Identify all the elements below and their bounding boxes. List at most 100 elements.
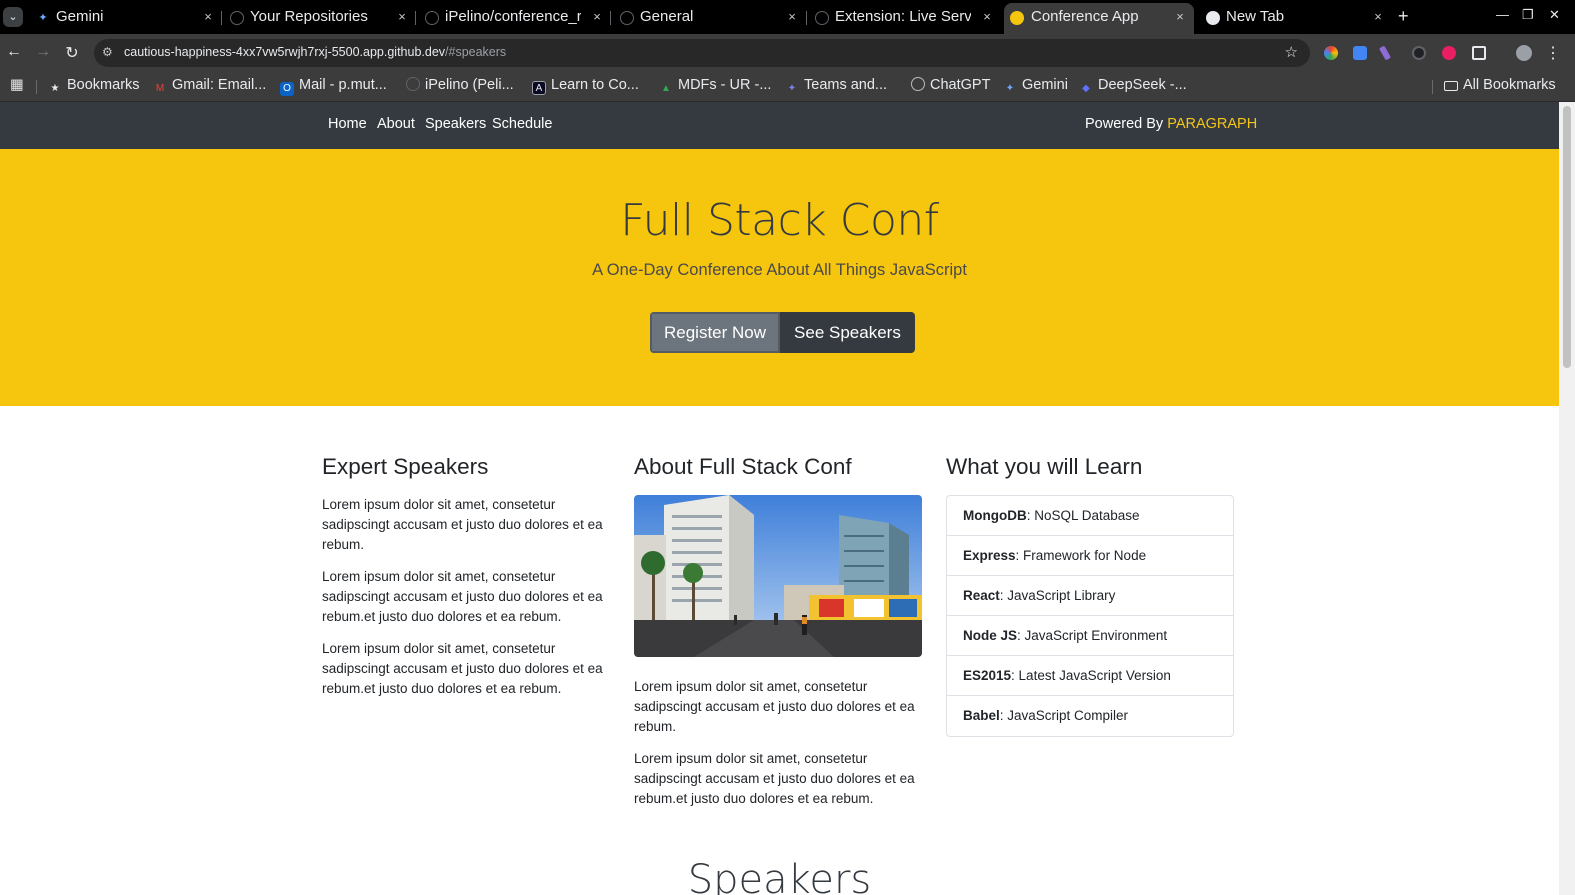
- register-now-button[interactable]: Register Now: [650, 312, 781, 353]
- list-item: ES2015: Latest JavaScript Version: [947, 656, 1233, 696]
- nav-schedule[interactable]: Schedule: [492, 116, 552, 132]
- learn-column: What you will Learn MongoDB: NoSQL Datab…: [946, 454, 1234, 737]
- star-icon: ★: [50, 83, 60, 94]
- reload-icon[interactable]: ↻: [62, 43, 82, 63]
- all-bookmarks[interactable]: All Bookmarks: [1444, 77, 1556, 93]
- minimize-icon[interactable]: —: [1496, 7, 1509, 22]
- chatgpt-icon: [911, 77, 925, 91]
- bookmark-mail[interactable]: O Mail - p.mut...: [280, 77, 387, 96]
- gmail-icon: M: [155, 83, 165, 94]
- tab-new-tab[interactable]: New Tab ×: [1206, 4, 1386, 32]
- bookmark-deepseek[interactable]: ◆ DeepSeek -...: [1079, 77, 1187, 96]
- emoji-icon: [1010, 11, 1024, 25]
- about-paragraph: Lorem ipsum dolor sit amet, consetetur s…: [634, 751, 915, 806]
- chrome-icon: [1206, 11, 1220, 25]
- github-icon: [425, 11, 439, 25]
- apps-icon[interactable]: ▦: [10, 77, 24, 93]
- gemini-icon: ✦: [1005, 83, 1015, 94]
- panda-icon[interactable]: [1412, 46, 1426, 60]
- restore-icon[interactable]: ❐: [1522, 7, 1534, 23]
- tab-conference-repo[interactable]: iPelino/conference_r ×: [425, 4, 605, 32]
- web-page: Home About Speakers Schedule Powered By …: [0, 102, 1559, 895]
- close-icon[interactable]: ×: [394, 4, 410, 30]
- close-icon[interactable]: ×: [1370, 4, 1386, 30]
- learn-heading: What you will Learn: [946, 454, 1143, 479]
- tab-extension-live-server[interactable]: Extension: Live Serve ×: [815, 4, 995, 32]
- site-navbar: Home About Speakers Schedule Powered By …: [0, 102, 1559, 149]
- brand-link[interactable]: PARAGRAPH: [1167, 116, 1257, 132]
- drive-icon: ▲: [661, 83, 671, 94]
- browser-tab-strip: ⌄ ✦ Gemini × Your Repositories × iPelino…: [0, 0, 1575, 34]
- github-icon: [230, 11, 244, 25]
- hero-section: Full Stack Conf A One-Day Conference Abo…: [0, 149, 1559, 406]
- url-host: cautious-happiness-4xx7vw5rwjh7rxj-5500.…: [124, 45, 446, 59]
- gemini-icon: ✦: [38, 12, 48, 24]
- bookmark-chatgpt[interactable]: ChatGPT: [911, 77, 990, 93]
- nav-about[interactable]: About: [377, 116, 415, 132]
- url-path: /#speakers: [445, 45, 507, 59]
- expert-speakers-column: Expert Speakers Lorem ipsum dolor sit am…: [322, 454, 610, 711]
- bookmark-mdfs[interactable]: ▲ MDFs - UR -...: [659, 77, 771, 96]
- expert-speakers-heading: Expert Speakers: [322, 454, 489, 479]
- bookmark-ipelino[interactable]: iPelino (Peli...: [406, 77, 514, 93]
- list-item: React: JavaScript Library: [947, 576, 1233, 616]
- tab-gemini[interactable]: ✦ Gemini ×: [36, 4, 216, 32]
- see-speakers-button[interactable]: See Speakers: [780, 312, 915, 353]
- deepseek-icon: ◆: [1082, 83, 1090, 94]
- more-menu-icon[interactable]: ⋮: [1543, 43, 1563, 63]
- hero-subtitle: A One-Day Conference About All Things Ja…: [592, 261, 967, 279]
- site-info-icon[interactable]: ⚙: [102, 45, 113, 59]
- expert-paragraph: Lorem ipsum dolor sit amet, consetetur s…: [322, 569, 603, 624]
- nav-speakers[interactable]: Speakers: [425, 116, 486, 132]
- github-icon: [406, 77, 420, 91]
- new-tab-button[interactable]: +: [1398, 6, 1409, 27]
- bookmark-gmail[interactable]: M Gmail: Email...: [153, 77, 266, 96]
- bookmark-star-icon[interactable]: ☆: [1285, 43, 1298, 61]
- about-column: About Full Stack Conf Lorem ipsum dolor …: [634, 454, 922, 821]
- bookmark-gemini[interactable]: ✦ Gemini: [1003, 77, 1068, 96]
- address-bar[interactable]: ⚙ cautious-happiness-4xx7vw5rwjh7rxj-550…: [94, 39, 1310, 67]
- about-paragraph: Lorem ipsum dolor sit amet, consetetur s…: [634, 679, 915, 734]
- tab-general[interactable]: General ×: [620, 4, 800, 32]
- close-icon[interactable]: ×: [200, 4, 216, 30]
- close-icon[interactable]: ×: [979, 4, 995, 30]
- about-heading: About Full Stack Conf: [634, 454, 852, 479]
- learn-list: MongoDB: NoSQL Database Express: Framewo…: [946, 495, 1234, 737]
- close-icon[interactable]: ×: [1172, 4, 1188, 30]
- github-icon: [620, 11, 634, 25]
- bookmark-learn-to-code[interactable]: A Learn to Co...: [532, 77, 639, 95]
- hero-title: Full Stack Conf: [620, 195, 939, 246]
- bookmarks-bar: ▦ ★ Bookmarks M Gmail: Email... O Mail - p.…: [0, 72, 1575, 102]
- extensions-icon[interactable]: [1472, 46, 1486, 60]
- browser-toolbar: ← → ↻ ⚙ cautious-happiness-4xx7vw5rwjh7r…: [0, 34, 1575, 72]
- bookmark-bookmarks[interactable]: ★ Bookmarks: [48, 77, 140, 96]
- bookmark-teams[interactable]: ✦ Teams and...: [785, 77, 887, 96]
- speakers-section-title: Speakers: [687, 857, 872, 895]
- hero-button-group: Register Now See Speakers: [650, 312, 915, 353]
- code-icon: A: [532, 81, 546, 95]
- list-item: MongoDB: NoSQL Database: [947, 496, 1233, 536]
- list-item: Babel: JavaScript Compiler: [963, 708, 1129, 723]
- tab-conference-app[interactable]: Conference App ×: [1004, 3, 1194, 34]
- pen-icon[interactable]: [1378, 45, 1392, 61]
- forward-icon[interactable]: →: [33, 43, 53, 61]
- folder-icon: [1444, 81, 1458, 91]
- page-scrollbar[interactable]: [1559, 102, 1575, 895]
- tab-search-icon[interactable]: ⌄: [3, 7, 23, 27]
- conference-venue-photo: [634, 495, 922, 657]
- close-window-icon[interactable]: ✕: [1549, 7, 1560, 23]
- list-item: Node JS: JavaScript Environment: [947, 616, 1233, 656]
- list-item: Express: Framework for Node: [947, 536, 1233, 576]
- color-picker-icon[interactable]: [1324, 46, 1338, 60]
- scrollbar-thumb[interactable]: [1563, 106, 1571, 368]
- profile-avatar[interactable]: [1516, 45, 1532, 61]
- tab-your-repositories[interactable]: Your Repositories ×: [230, 4, 410, 32]
- translate-icon[interactable]: [1353, 46, 1367, 60]
- close-icon[interactable]: ×: [589, 4, 605, 30]
- back-icon[interactable]: ←: [4, 43, 24, 61]
- expert-paragraph: Lorem ipsum dolor sit amet, consetetur s…: [322, 641, 603, 696]
- close-icon[interactable]: ×: [784, 4, 800, 30]
- teams-icon: ✦: [787, 83, 797, 94]
- nav-home[interactable]: Home: [328, 116, 367, 132]
- record-icon[interactable]: [1442, 46, 1456, 60]
